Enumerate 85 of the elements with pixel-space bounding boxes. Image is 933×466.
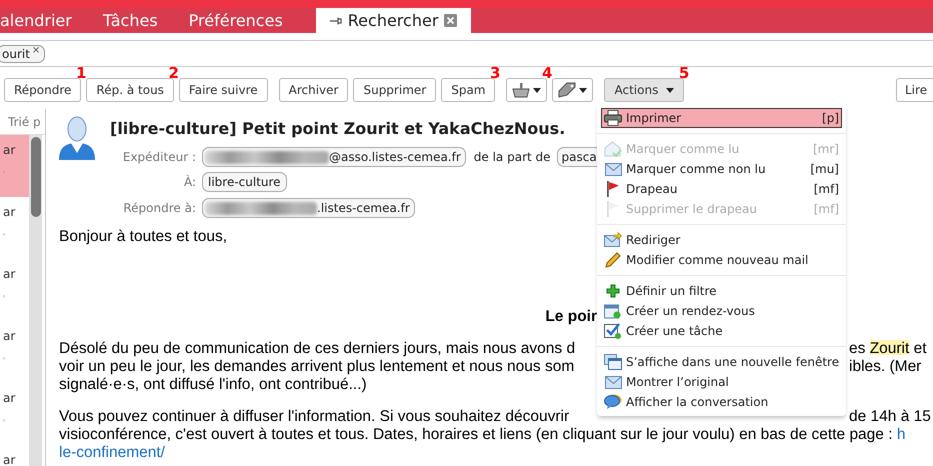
pin-icon bbox=[330, 16, 342, 24]
envelope-icon bbox=[604, 162, 622, 176]
shortcut-text: [mf] bbox=[814, 201, 839, 218]
toolbar-button[interactable]: Lire bbox=[896, 78, 933, 102]
calendar-icon bbox=[604, 303, 622, 319]
row-text: ar bbox=[3, 390, 16, 407]
row-text: ' bbox=[3, 169, 6, 181]
row-text: ar bbox=[3, 142, 16, 159]
shortcut-text: [p] bbox=[822, 110, 839, 127]
tab[interactable]: Rechercher bbox=[316, 8, 472, 33]
speech-bubbles-icon bbox=[604, 394, 622, 410]
menu-item[interactable]: Modifier comme nouveau mail bbox=[601, 250, 842, 270]
row-text: ' bbox=[3, 417, 6, 429]
message-subject: [libre-culture] Petit point Zourit et YakaChezNous. bbox=[110, 118, 566, 140]
menu-item[interactable]: Marquer comme non lu [mu] bbox=[601, 159, 842, 179]
row-text: ar bbox=[3, 452, 16, 466]
body-text: Désolé du peu de communication de ces derniers jours, mais nous avons d bbox=[59, 340, 576, 358]
body-text: le-confinement/ bbox=[59, 444, 165, 462]
annotation-number: 4 bbox=[542, 66, 552, 81]
field-label: Répondre à: bbox=[122, 200, 196, 217]
body-text: signalé·e·s, ont diffusé l'info, ont contribué...) bbox=[59, 376, 367, 394]
row-text: ' bbox=[3, 231, 6, 243]
shortcut-text: [mr] bbox=[813, 141, 839, 158]
plus-icon bbox=[606, 284, 620, 298]
annotation-number: 2 bbox=[168, 66, 179, 81]
tag-icon bbox=[558, 82, 576, 98]
tab[interactable]: Tâches bbox=[102, 8, 158, 33]
shortcut-text: [mu] bbox=[810, 161, 839, 178]
row-text: ' bbox=[3, 293, 6, 305]
menu-item[interactable]: Montrer l’original bbox=[601, 372, 842, 392]
toolbar-button[interactable]: Faire suivre bbox=[178, 78, 268, 102]
body-heading: Le poir bbox=[545, 307, 597, 328]
menu-item[interactable]: Rediriger bbox=[601, 230, 842, 250]
shortcut-text: [mf] bbox=[814, 181, 839, 198]
row-text: ar bbox=[3, 266, 16, 283]
basket-icon bbox=[512, 82, 530, 98]
menu-item[interactable]: Créer un rendez-vous bbox=[601, 301, 842, 321]
tab[interactable]: alendrier bbox=[0, 8, 72, 33]
close-icon[interactable] bbox=[444, 14, 458, 27]
flag-icon bbox=[606, 181, 620, 197]
tag-dropdown-button[interactable] bbox=[552, 78, 594, 102]
annotation-number: 3 bbox=[490, 66, 500, 81]
scrollbar[interactable] bbox=[29, 135, 42, 466]
toolbar-button[interactable]: Supprimer bbox=[353, 78, 436, 102]
body-text: voir un peu le jour, les demandes arrivent plus lentement et nous nous som bbox=[59, 358, 574, 376]
field-label: Expéditeur : bbox=[122, 149, 196, 166]
row-text: ' bbox=[3, 355, 6, 367]
envelope-check-icon bbox=[604, 141, 622, 157]
pencil-icon bbox=[605, 252, 621, 268]
search-chip[interactable]: ourit × bbox=[0, 44, 46, 62]
toolbar-button[interactable]: Rép. à tous bbox=[86, 78, 174, 102]
tab[interactable]: Préférences bbox=[188, 8, 283, 33]
toolbar-button[interactable]: Archiver bbox=[278, 78, 348, 102]
address-chip[interactable]: libre-culture bbox=[202, 172, 287, 192]
menu-item[interactable]: S’affiche dans une nouvelle fenêtre bbox=[601, 352, 842, 372]
body-text: Bonjour à toutes et tous, bbox=[59, 228, 228, 246]
annotation-number: 5 bbox=[678, 66, 690, 81]
address-chip[interactable]: @asso.listes-cemea.fr bbox=[202, 147, 466, 167]
flag-icon bbox=[606, 201, 620, 217]
on-behalf-text: de la part de bbox=[474, 149, 551, 166]
print-dropdown-button[interactable] bbox=[506, 78, 548, 102]
message-row[interactable]: ar ' bbox=[0, 135, 29, 197]
toolbar-button[interactable]: Répondre bbox=[4, 78, 82, 102]
annotation-number: 1 bbox=[76, 66, 86, 81]
caret-icon bbox=[666, 88, 674, 92]
actions-menu-button[interactable]: Actions bbox=[604, 78, 684, 102]
menu-item[interactable]: Définir un filtre bbox=[601, 281, 842, 301]
envelope-icon bbox=[604, 376, 622, 388]
field-label: À: bbox=[182, 174, 196, 191]
body-text: Vous pouvez continuer à diffuser l'information. Si vous souhaitez découvrir bbox=[59, 408, 570, 426]
caret-icon bbox=[579, 88, 588, 92]
caret-icon bbox=[533, 88, 542, 92]
toolbar-button[interactable]: Spam bbox=[441, 78, 496, 102]
printer-icon bbox=[604, 110, 622, 126]
row-text: ar bbox=[3, 328, 16, 345]
address-chip[interactable]: .listes-cemea.fr bbox=[202, 198, 415, 218]
windows-icon bbox=[604, 354, 622, 370]
person-avatar-icon bbox=[58, 115, 96, 161]
checked-box-icon bbox=[604, 323, 622, 339]
menu-item[interactable]: Afficher la conversation bbox=[601, 392, 842, 412]
menu-item[interactable]: Drapeau [mf] bbox=[601, 179, 842, 199]
menu-item[interactable]: Imprimer [p] bbox=[601, 108, 842, 128]
row-text: ar bbox=[3, 204, 16, 221]
body-text: visioconférence, c'est ouvert à toutes et tous. Dates, horaires et liens (en cliquant sur le jour voulu) en bas de cette page : h bbox=[59, 426, 906, 444]
menu-item[interactable]: Créer une tâche bbox=[601, 321, 842, 341]
